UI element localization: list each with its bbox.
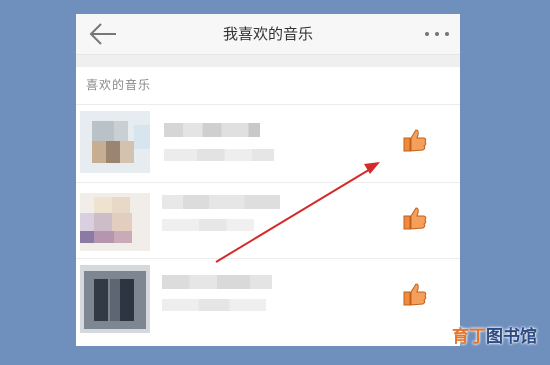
phone-screen: 我喜欢的音乐 喜欢的音乐: [76, 14, 460, 346]
watermark-part1: 育丁: [452, 327, 486, 347]
album-cover: [80, 111, 150, 173]
album-cover: [80, 189, 150, 251]
song-subtitle-blurred: [162, 219, 254, 231]
like-button[interactable]: [402, 281, 428, 307]
song-row-2[interactable]: [76, 182, 460, 253]
thumbs-up-icon: [403, 283, 427, 306]
watermark: 育丁图书馆: [452, 322, 537, 347]
song-subtitle-blurred: [162, 299, 266, 311]
section-label: 喜欢的音乐: [86, 78, 152, 92]
more-button[interactable]: [422, 22, 452, 46]
like-button[interactable]: [402, 127, 428, 153]
song-title-blurred: [162, 195, 280, 209]
section-divider: [76, 55, 460, 67]
song-row-1[interactable]: [76, 104, 460, 175]
watermark-part2: 图书馆: [486, 327, 537, 347]
top-nav-bar: 我喜欢的音乐: [76, 14, 460, 55]
thumbs-up-icon: [403, 129, 427, 152]
song-row-3[interactable]: [76, 258, 460, 333]
song-title-blurred: [164, 123, 260, 137]
like-button[interactable]: [402, 205, 428, 231]
more-dots-icon: [425, 32, 449, 36]
song-subtitle-blurred: [164, 149, 274, 161]
screenshot-root: { "header": { "title": "我喜欢的音乐", "back_i…: [0, 0, 550, 365]
thumbs-up-icon: [403, 207, 427, 230]
album-cover: [80, 265, 150, 333]
song-title-blurred: [162, 275, 272, 289]
page-title: 我喜欢的音乐: [222, 25, 313, 43]
